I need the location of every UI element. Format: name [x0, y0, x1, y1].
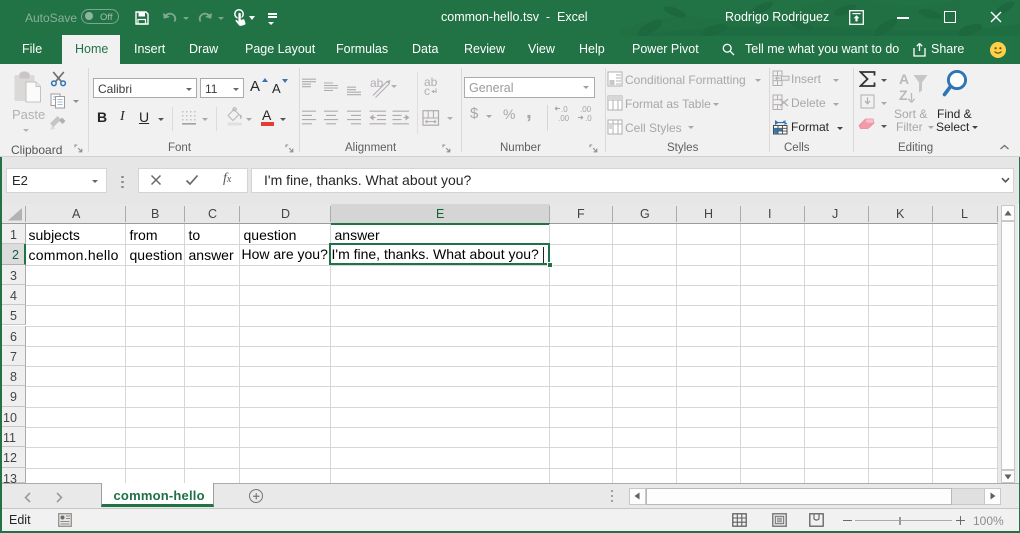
svg-text:Z: Z: [899, 87, 908, 103]
svg-text:A: A: [899, 71, 909, 87]
svg-text:ab: ab: [370, 76, 384, 90]
svg-text:.00: .00: [580, 105, 592, 114]
svg-text:.00: .00: [558, 114, 570, 122]
svg-text:c: c: [424, 84, 430, 98]
svg-text:.0: .0: [585, 114, 592, 122]
svg-text:.0: .0: [561, 105, 568, 114]
